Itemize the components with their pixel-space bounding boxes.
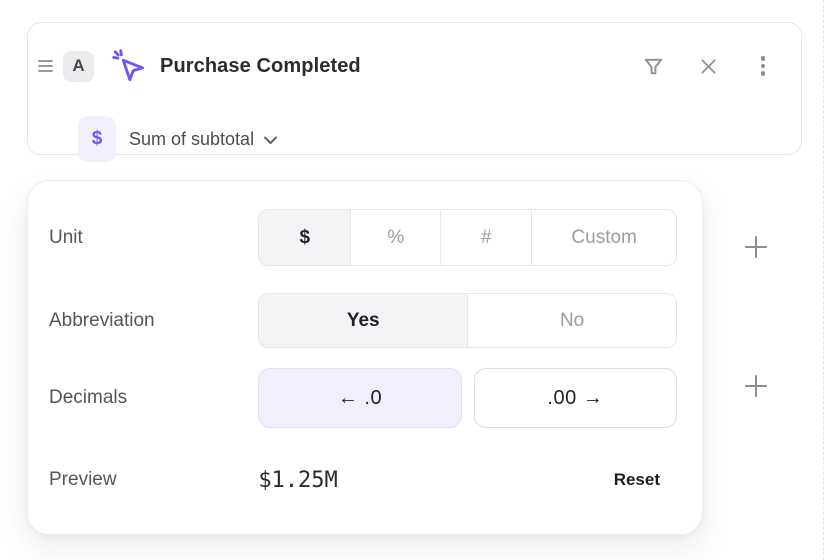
unit-segmented-control: $ % # Custom: [258, 209, 677, 266]
decimals-controls: ← .0 .00 →: [258, 368, 677, 428]
decimals-decrease-button[interactable]: ← .0: [258, 368, 461, 428]
preview-row: Preview $1.25M Reset: [49, 456, 677, 504]
number-format-panel: Unit $ % # Custom Abbreviation Yes No De…: [27, 180, 703, 535]
close-icon[interactable]: [694, 52, 722, 80]
decimals-row: Decimals ← .0 .00 →: [49, 368, 677, 428]
abbreviation-row: Abbreviation Yes No: [49, 293, 677, 348]
adjacent-panel-edge: [823, 0, 824, 560]
filter-icon[interactable]: [639, 52, 667, 80]
preview-label: Preview: [49, 469, 258, 491]
more-menu-icon[interactable]: [749, 52, 777, 80]
preview-value: $1.25M: [258, 468, 337, 493]
unit-row: Unit $ % # Custom: [49, 209, 677, 266]
dollar-badge: $: [78, 116, 116, 162]
decimals-label: Decimals: [49, 387, 258, 409]
metric-row[interactable]: $ Sum of subtotal: [78, 115, 278, 163]
unit-option-percent[interactable]: %: [350, 210, 440, 265]
add-button-top[interactable]: [742, 233, 770, 261]
unit-option-number[interactable]: #: [440, 210, 531, 265]
event-title-row: A Purchase Completed: [38, 49, 777, 83]
abbreviation-segmented-control: Yes No: [258, 293, 677, 348]
drag-handle-icon[interactable]: [38, 60, 53, 72]
event-click-icon: [111, 48, 147, 84]
abbreviation-option-no[interactable]: No: [467, 294, 676, 347]
add-button-bottom[interactable]: [742, 372, 770, 400]
unit-label: Unit: [49, 227, 258, 249]
metric-label: Sum of subtotal: [129, 129, 254, 150]
abbreviation-option-yes[interactable]: Yes: [259, 294, 467, 347]
reset-button[interactable]: Reset: [614, 470, 660, 490]
chevron-down-icon[interactable]: [263, 132, 278, 150]
unit-option-dollar[interactable]: $: [259, 210, 350, 265]
event-title: Purchase Completed: [160, 55, 361, 78]
unit-option-custom[interactable]: Custom: [531, 210, 676, 265]
abbreviation-label: Abbreviation: [49, 310, 258, 332]
event-header-card: A Purchase Completed $ Sum of sub: [27, 22, 802, 155]
event-letter-badge: A: [63, 51, 94, 82]
decimals-increase-button[interactable]: .00 →: [474, 368, 677, 428]
